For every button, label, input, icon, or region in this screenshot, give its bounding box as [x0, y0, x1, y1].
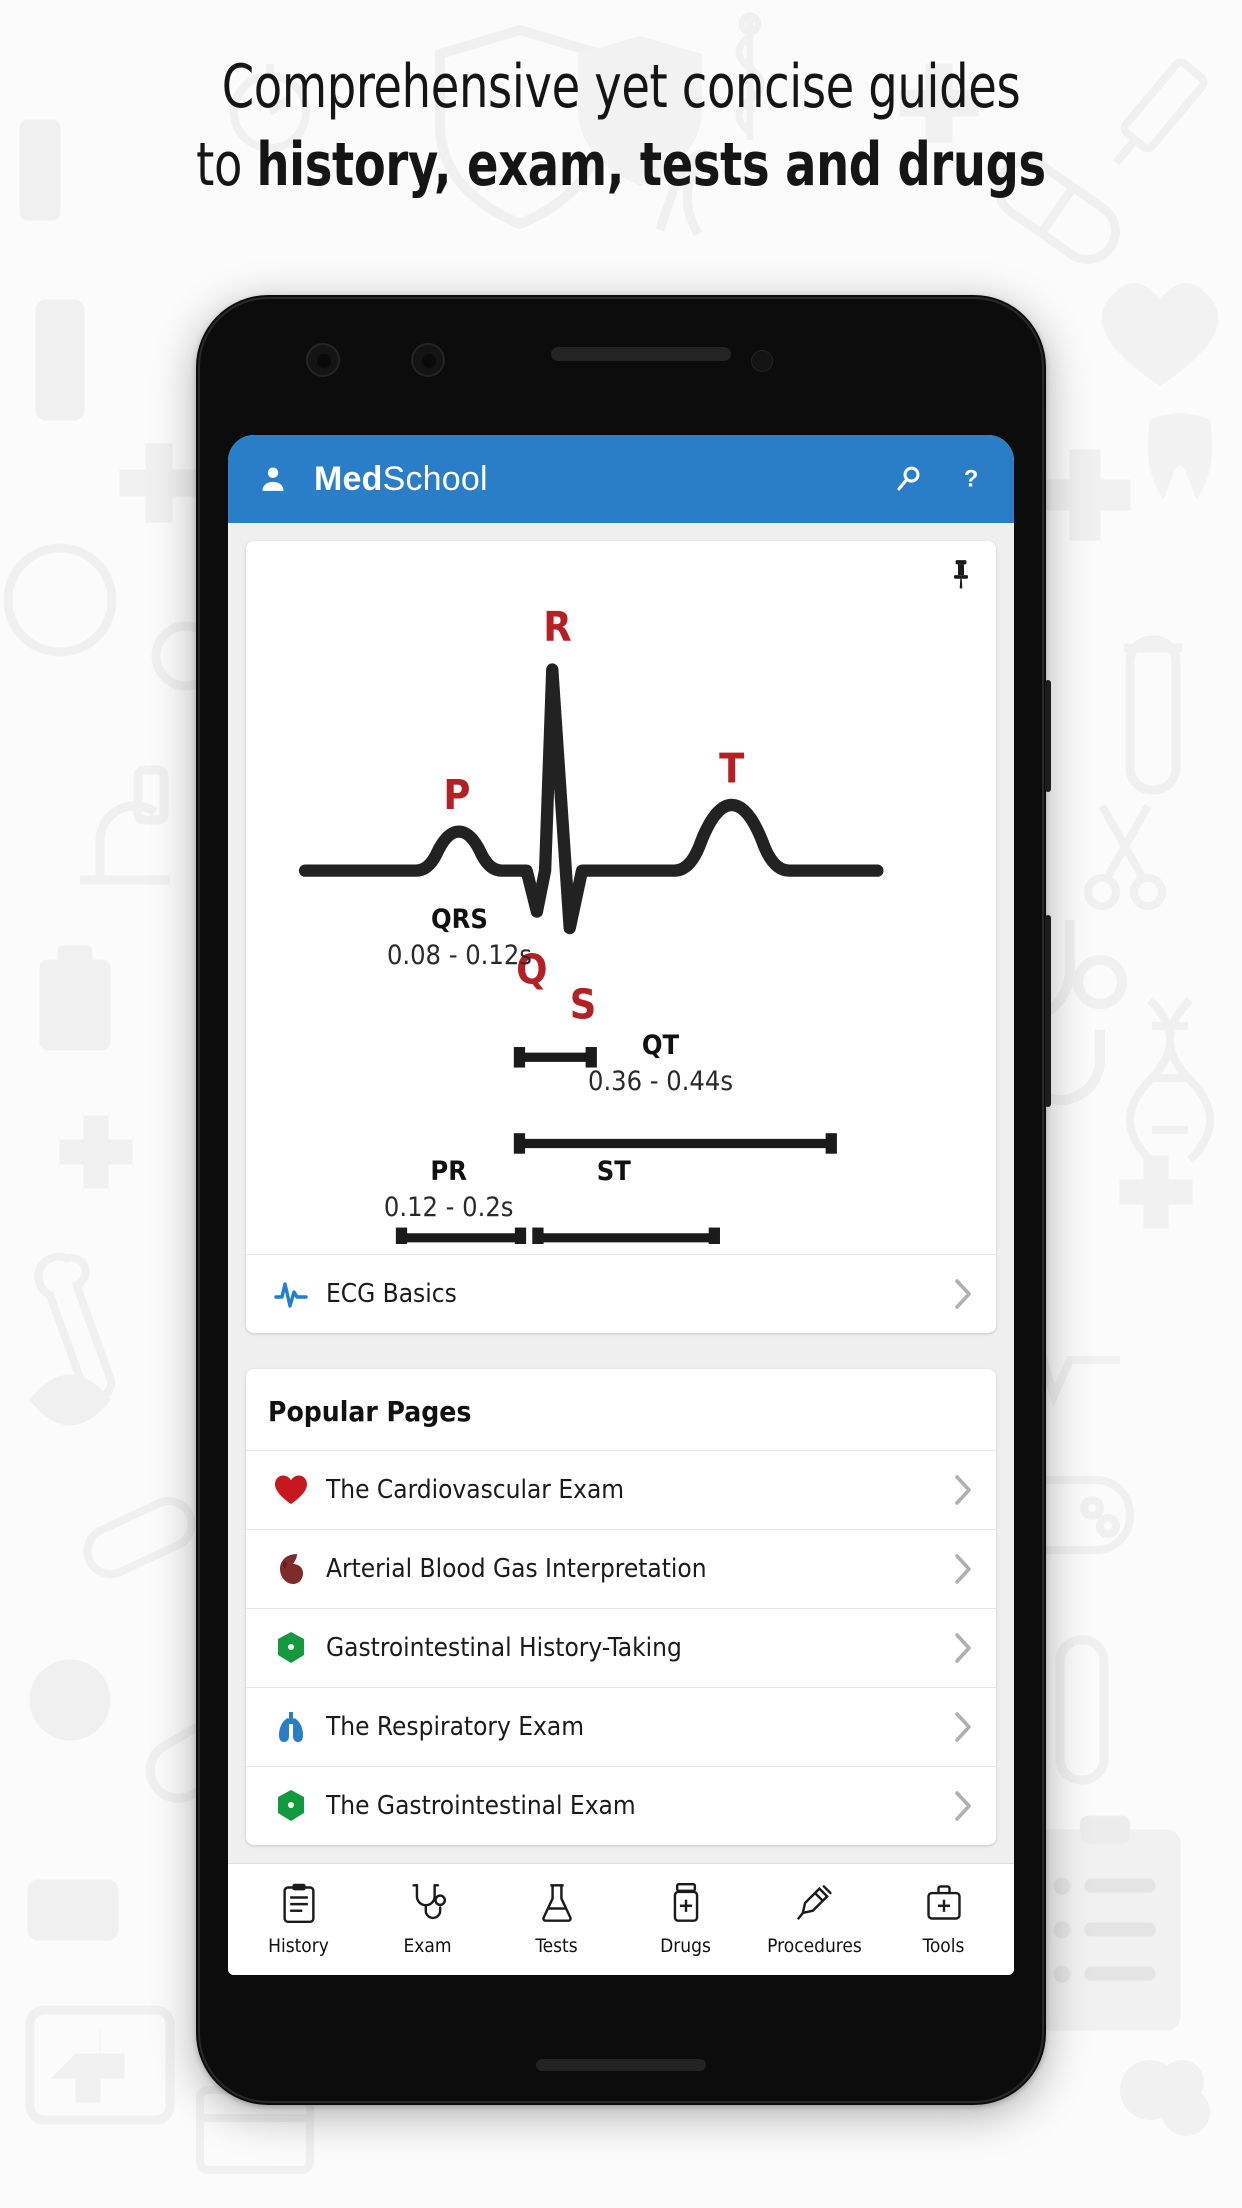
- earpiece-speaker: [551, 347, 731, 361]
- ecg-label-T: T: [719, 744, 744, 792]
- nav-item-label: Tests: [535, 1935, 578, 1957]
- ecg-interval-labels: QRS 0.08 - 0.12s QT 0.36 - 0.44s PR 0.12…: [262, 878, 980, 1244]
- nav-item-label: Procedures: [767, 1935, 862, 1957]
- nav-item-label: Drugs: [660, 1935, 711, 1957]
- list-item-cardiovascular-exam[interactable]: The Cardiovascular Exam: [246, 1449, 996, 1529]
- list-item-respiratory-exam[interactable]: The Respiratory Exam: [246, 1686, 996, 1766]
- app-bar: MedSchool ?: [228, 435, 1014, 523]
- popular-pages-card: Popular Pages The Cardiovascular Exam Ar…: [246, 1368, 996, 1845]
- headline-line-1: Comprehensive yet concise guides: [221, 52, 1021, 122]
- nav-item-procedures[interactable]: Procedures: [753, 1882, 877, 1957]
- person-icon[interactable]: [258, 463, 288, 495]
- bottom-navigation: History Exam Tests Drugs Procedures Tool…: [228, 1863, 1014, 1975]
- front-sensor-icon: [411, 343, 445, 377]
- chevron-right-icon: [952, 1631, 974, 1665]
- interval-value-qrs: 0.08 - 0.12s: [386, 939, 532, 971]
- ecg-label-R: R: [543, 603, 571, 651]
- nav-item-tools[interactable]: Tools: [882, 1882, 1006, 1957]
- stomach-icon: [268, 1631, 314, 1665]
- phone-volume-button[interactable]: [1045, 680, 1051, 792]
- pin-icon[interactable]: [948, 559, 974, 594]
- headline-line-2-lead: to: [196, 130, 257, 201]
- app-title: MedSchool: [314, 460, 488, 499]
- phone-mockup: MedSchool ? P Q R S T QRS 0.08 - 0.12s Q…: [196, 295, 1051, 2105]
- interval-name-qt: QT: [641, 1029, 680, 1061]
- interval-name-pr: PR: [430, 1155, 467, 1187]
- list-item-gastrointestinal-exam[interactable]: The Gastrointestinal Exam: [246, 1765, 996, 1845]
- list-item-label: The Respiratory Exam: [326, 1711, 584, 1742]
- svg-text:?: ?: [964, 466, 979, 493]
- list-item-label: Gastrointestinal History-Taking: [326, 1632, 682, 1663]
- nav-item-label: History: [268, 1935, 329, 1957]
- app-title-regular: School: [382, 459, 488, 498]
- front-camera-icon: [306, 343, 340, 377]
- syringe-icon: [796, 1882, 834, 1929]
- medical-bag-icon: [925, 1882, 963, 1929]
- nav-item-label: Exam: [403, 1935, 452, 1957]
- stomach-icon: [268, 1789, 314, 1823]
- ecg-label-P: P: [443, 771, 470, 819]
- list-item-arterial-blood-gas[interactable]: Arterial Blood Gas Interpretation: [246, 1528, 996, 1608]
- nav-item-label: Tools: [922, 1935, 965, 1957]
- interval-value-pr: 0.12 - 0.2s: [383, 1191, 514, 1223]
- interval-value-qt: 0.36 - 0.44s: [587, 1065, 733, 1097]
- content-scroll-area[interactable]: P Q R S T QRS 0.08 - 0.12s QT 0.36 - 0.4…: [228, 523, 1014, 1863]
- nav-item-drugs[interactable]: Drugs: [624, 1882, 748, 1957]
- chevron-right-icon: [952, 1473, 974, 1507]
- interval-name-st: ST: [596, 1155, 631, 1187]
- interval-name-qrs: QRS: [431, 903, 488, 935]
- list-item-ecg-basics[interactable]: ECG Basics: [246, 1253, 996, 1333]
- ecg-card: P Q R S T QRS 0.08 - 0.12s QT 0.36 - 0.4…: [246, 541, 996, 1333]
- chevron-right-icon: [952, 1789, 974, 1823]
- clipboard-icon: [280, 1882, 318, 1929]
- phone-power-button[interactable]: [1045, 915, 1051, 1107]
- promo-headline: Comprehensive yet concise guides to hist…: [0, 52, 1242, 200]
- heart-icon: [268, 1474, 314, 1506]
- popular-pages-title: Popular Pages: [268, 1394, 472, 1428]
- blood-drop-icon: [268, 1552, 314, 1586]
- stethoscope-icon: [409, 1882, 447, 1929]
- list-item-label: Arterial Blood Gas Interpretation: [326, 1553, 707, 1584]
- ecg-pulse-icon: [268, 1279, 314, 1309]
- lungs-icon: [268, 1710, 314, 1744]
- chevron-right-icon: [952, 1277, 974, 1311]
- phone-screen: MedSchool ? P Q R S T QRS 0.08 - 0.12s Q…: [228, 435, 1014, 1975]
- help-icon[interactable]: ?: [958, 464, 984, 494]
- ecg-diagram: P Q R S T QRS 0.08 - 0.12s QT 0.36 - 0.4…: [246, 541, 996, 1254]
- app-title-bold: Med: [314, 459, 383, 498]
- search-icon[interactable]: [894, 464, 924, 494]
- chevron-right-icon: [952, 1552, 974, 1586]
- list-item-gi-history-taking[interactable]: Gastrointestinal History-Taking: [246, 1607, 996, 1687]
- proximity-sensor-icon: [751, 350, 773, 372]
- nav-item-exam[interactable]: Exam: [366, 1882, 490, 1957]
- list-item-label: ECG Basics: [326, 1278, 457, 1309]
- flask-icon: [538, 1882, 576, 1929]
- headline-line-2-strong: history, exam, tests and drugs: [256, 130, 1046, 201]
- bottom-speaker: [536, 2059, 706, 2071]
- nav-item-history[interactable]: History: [237, 1882, 361, 1957]
- headline-line-2: to history, exam, tests and drugs: [87, 130, 1155, 200]
- nav-item-tests[interactable]: Tests: [495, 1882, 619, 1957]
- list-item-label: The Gastrointestinal Exam: [326, 1790, 636, 1821]
- list-item-label: The Cardiovascular Exam: [326, 1474, 625, 1505]
- chevron-right-icon: [952, 1710, 974, 1744]
- pill-bottle-icon: [667, 1882, 705, 1929]
